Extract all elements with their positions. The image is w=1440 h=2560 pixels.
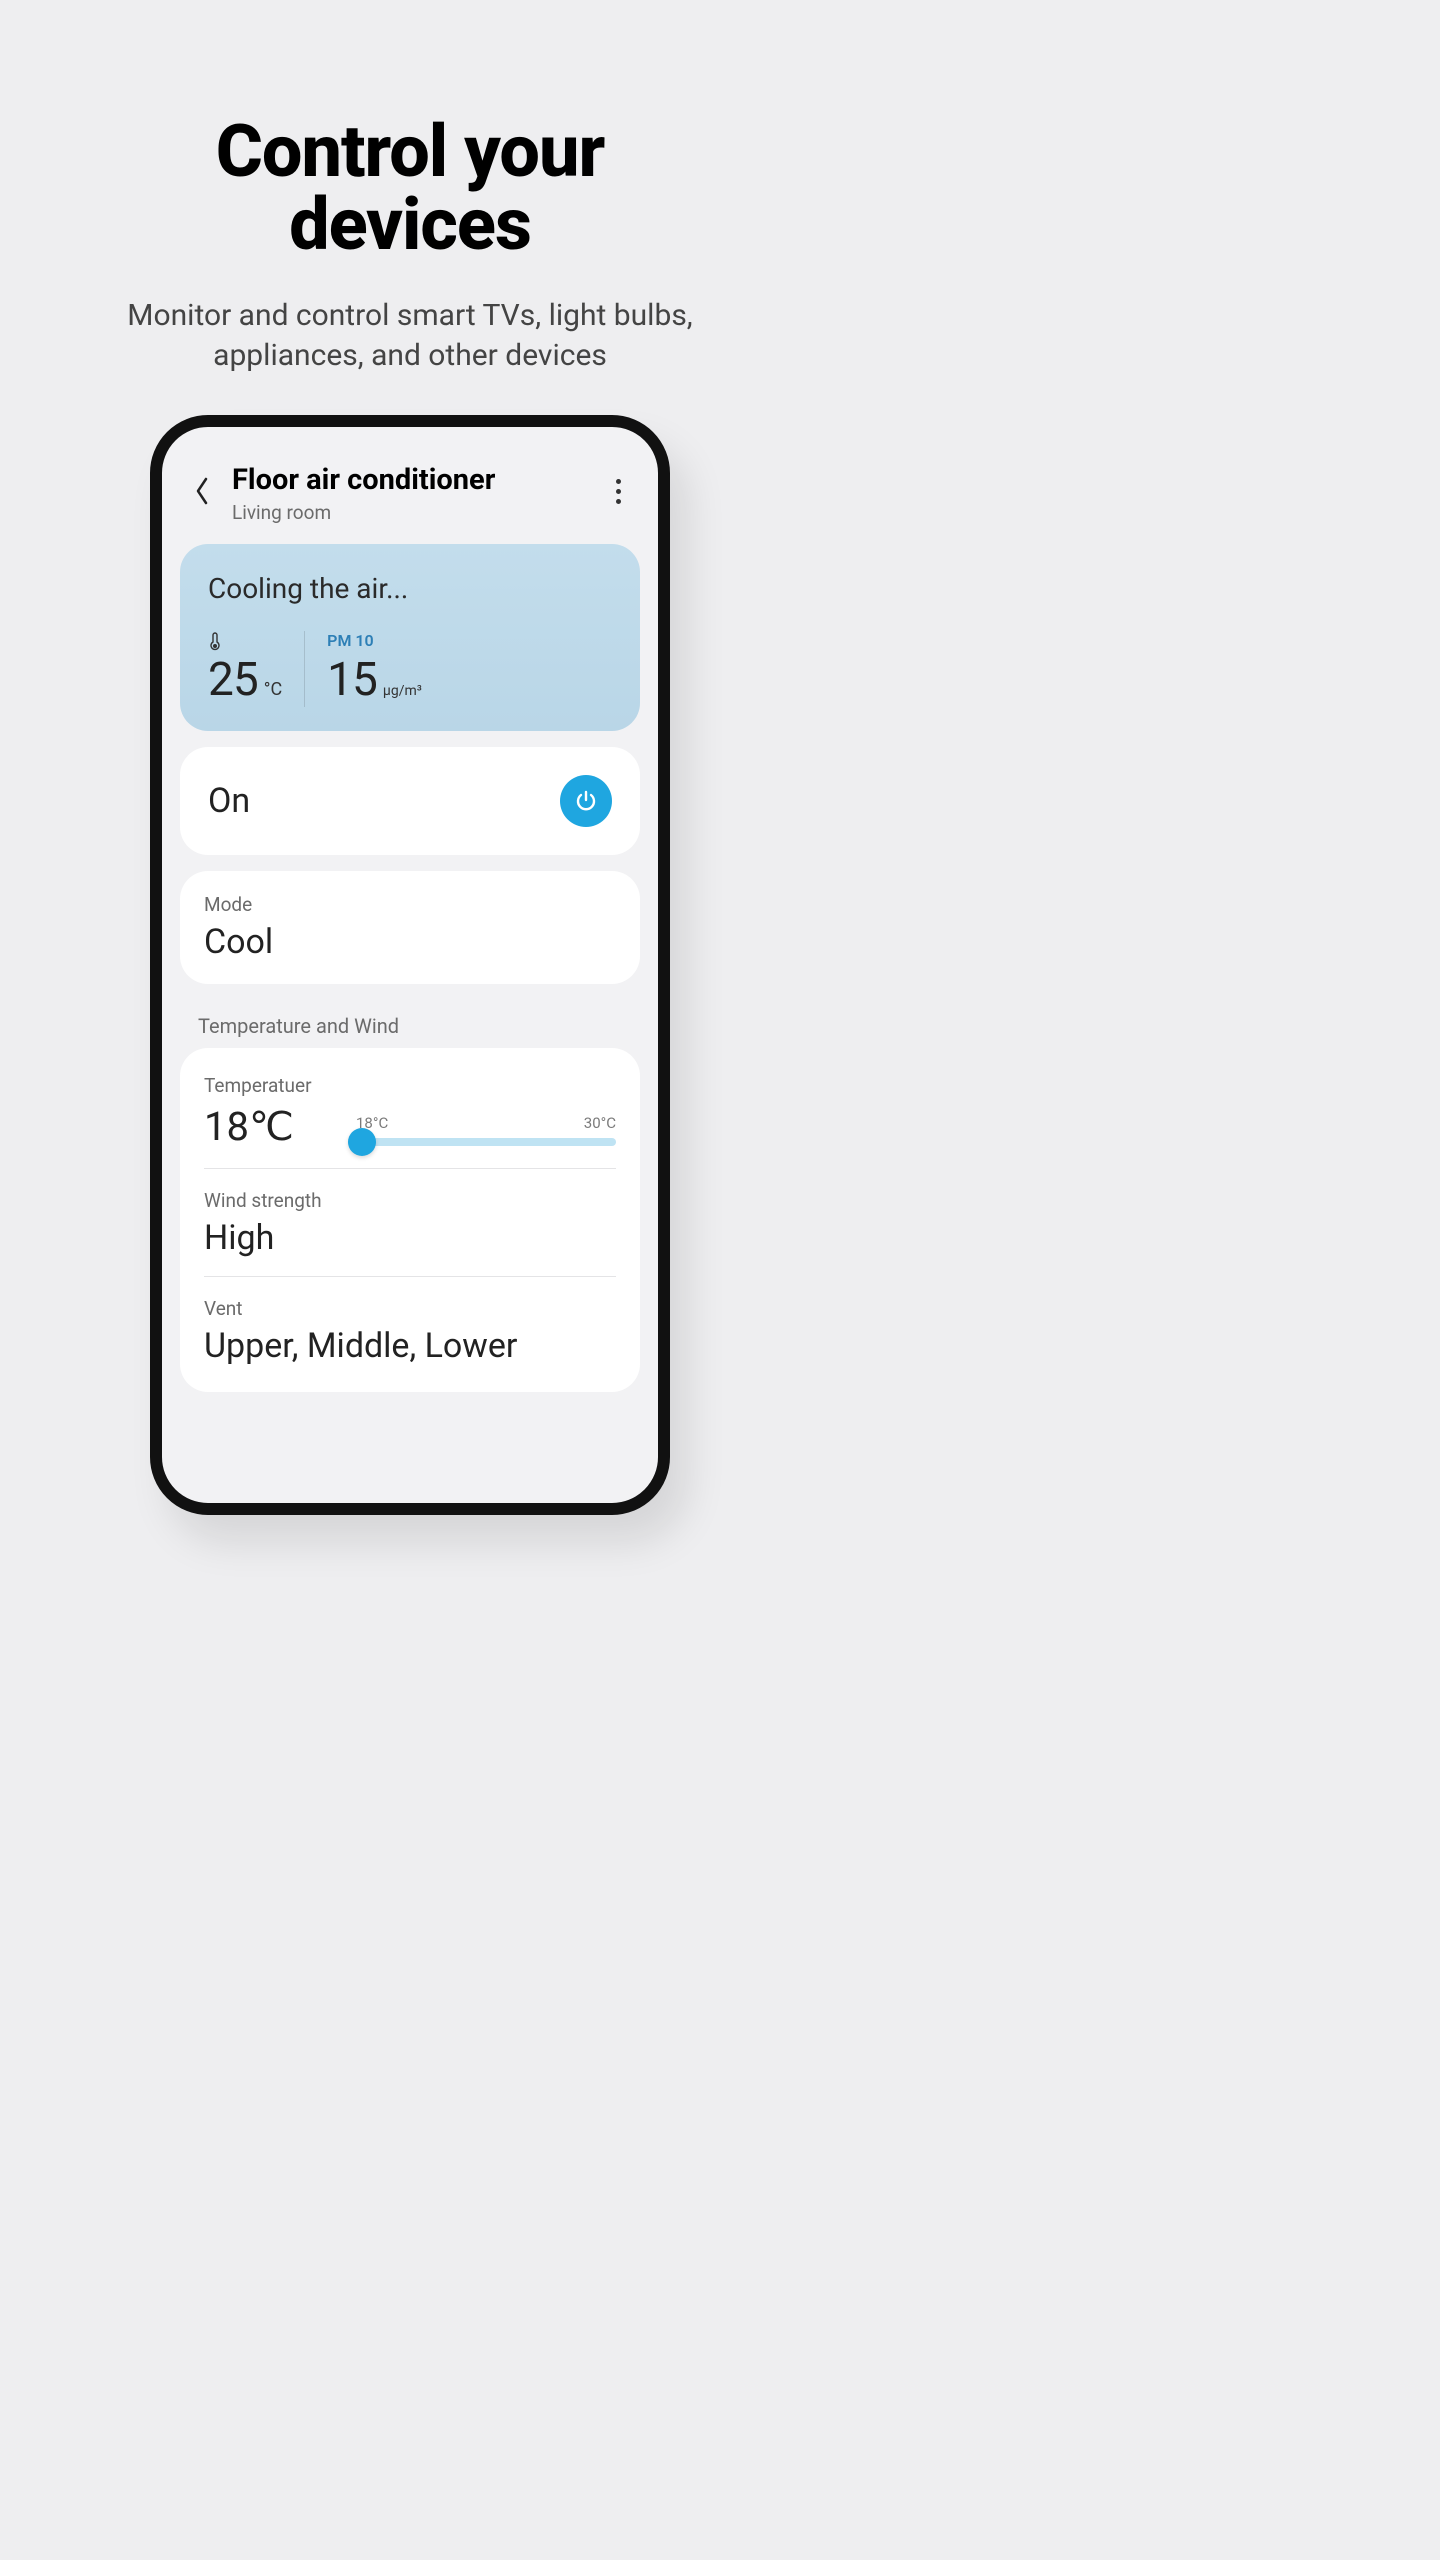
- vent-label: Vent: [204, 1297, 616, 1320]
- pm-unit: µg/m³: [383, 683, 422, 699]
- temperature-value: 18℃: [204, 1103, 312, 1150]
- pm-label: PM 10: [327, 631, 422, 651]
- hero-title-line2: devices: [289, 182, 531, 267]
- power-card: On: [180, 747, 640, 855]
- power-state: On: [208, 781, 250, 821]
- temp-value: 25: [208, 653, 258, 707]
- power-toggle-button[interactable]: [560, 775, 612, 827]
- hero-title-line1: Control your: [216, 109, 605, 194]
- more-menu-button[interactable]: [604, 469, 632, 513]
- wind-label: Wind strength: [204, 1189, 616, 1212]
- mode-value: Cool: [204, 922, 616, 962]
- phone-screen: Floor air conditioner Living room Coolin…: [162, 427, 658, 1503]
- hero-title: Control your devices: [0, 0, 820, 262]
- wind-row[interactable]: Wind strength High: [204, 1189, 616, 1276]
- hero-subtitle-line1: Monitor and control smart TVs, light bul…: [127, 298, 692, 333]
- marketing-page: Control your devices Monitor and control…: [0, 0, 820, 1456]
- power-icon: [574, 789, 598, 813]
- hero-subtitle: Monitor and control smart TVs, light bul…: [0, 296, 820, 377]
- chevron-left-icon: [194, 477, 210, 505]
- back-button[interactable]: [188, 469, 216, 513]
- section-title-temp-wind: Temperature and Wind: [180, 1000, 640, 1048]
- mode-card[interactable]: Mode Cool: [180, 871, 640, 984]
- vent-row[interactable]: Vent Upper, Middle, Lower: [204, 1297, 616, 1370]
- wind-value: High: [204, 1218, 616, 1258]
- device-room: Living room: [232, 501, 588, 524]
- temp-wind-card: Temperatuer 18℃ 18°C 30°C: [180, 1048, 640, 1392]
- pm-value: 15: [327, 653, 377, 707]
- device-title: Floor air conditioner: [232, 463, 588, 497]
- device-header: Floor air conditioner Living room: [180, 463, 640, 544]
- phone-frame: Floor air conditioner Living room Coolin…: [150, 415, 670, 1515]
- slider-track: [356, 1138, 616, 1146]
- thermometer-icon: [208, 631, 222, 651]
- dots-icon: [616, 479, 621, 484]
- divider: [204, 1276, 616, 1277]
- temperature-metric: 25 °C: [204, 631, 286, 707]
- temp-unit: °C: [264, 679, 282, 700]
- slider-thumb[interactable]: [348, 1128, 376, 1156]
- vent-value: Upper, Middle, Lower: [204, 1326, 616, 1366]
- status-text: Cooling the air...: [204, 572, 616, 605]
- slider-max-label: 30°C: [584, 1114, 616, 1132]
- status-card: Cooling the air... 25 °C: [180, 544, 640, 731]
- divider: [204, 1168, 616, 1169]
- temperature-row: Temperatuer 18℃ 18°C 30°C: [204, 1070, 616, 1168]
- temperature-slider[interactable]: 18°C 30°C: [356, 1114, 616, 1150]
- mode-label: Mode: [204, 893, 616, 916]
- pm-metric: PM 10 15 µg/m³: [304, 631, 426, 707]
- temperature-label: Temperatuer: [204, 1074, 312, 1097]
- hero-subtitle-line2: appliances, and other devices: [213, 338, 607, 373]
